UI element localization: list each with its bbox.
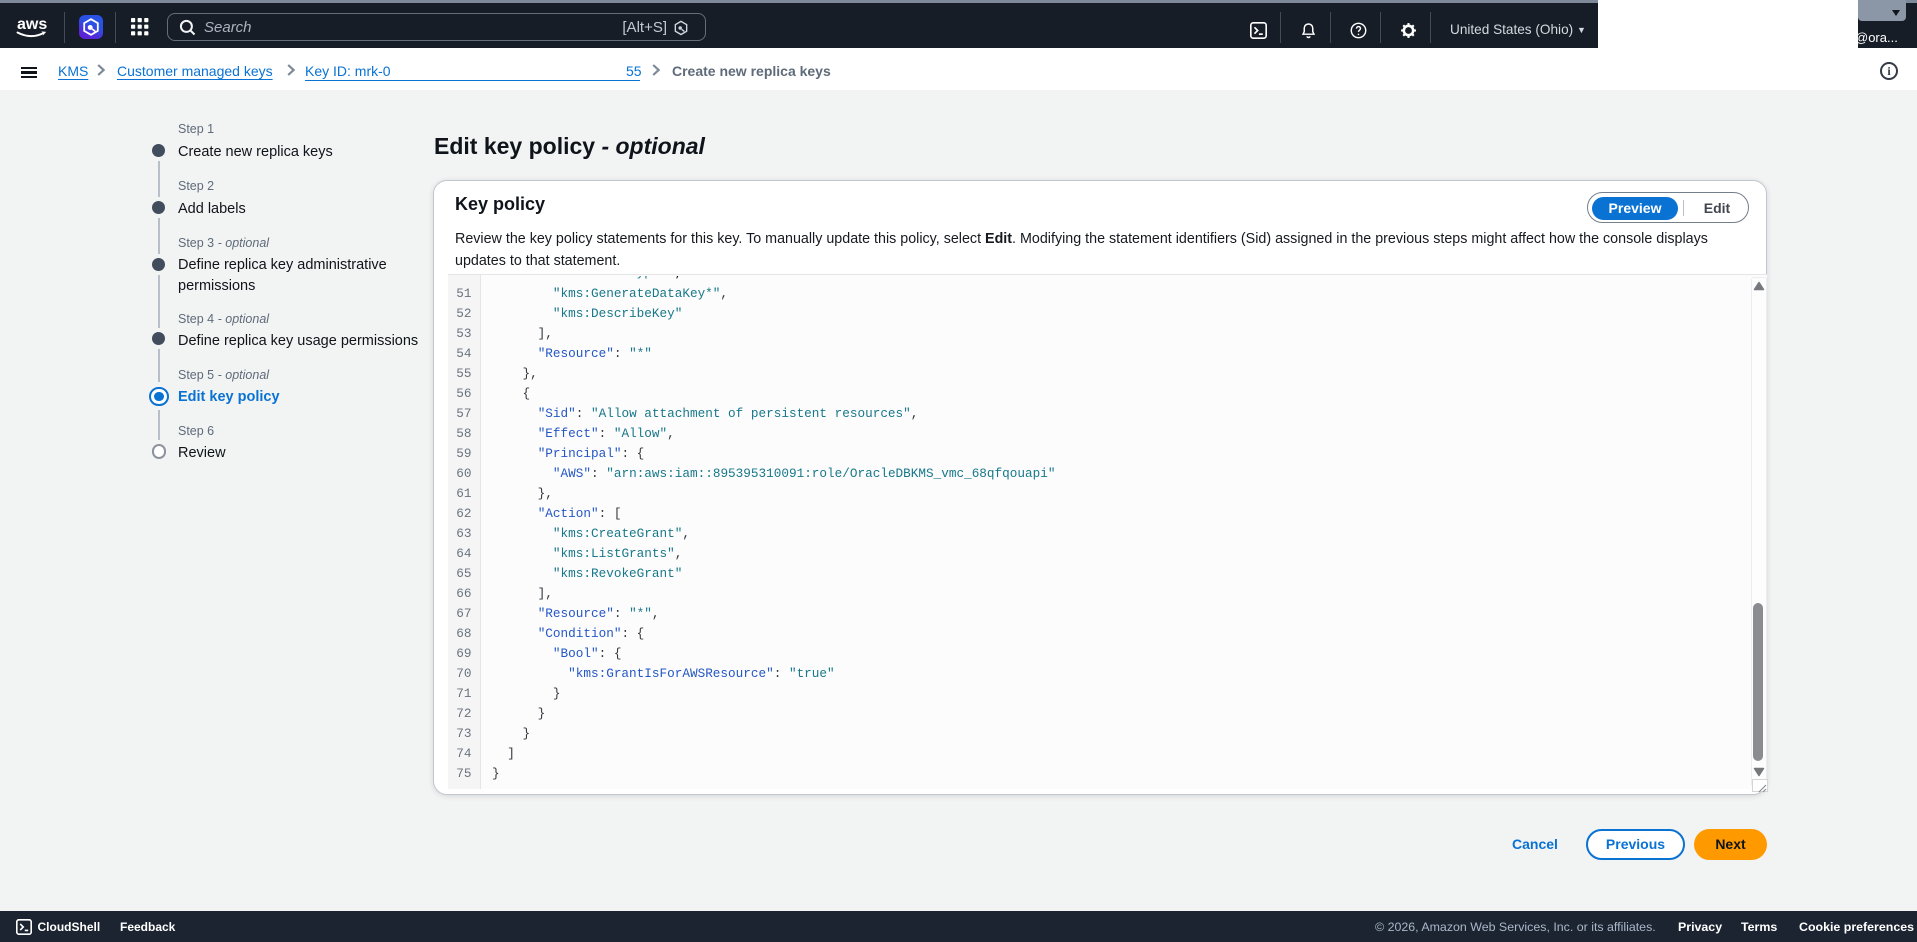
svg-text:aws: aws xyxy=(17,16,47,33)
